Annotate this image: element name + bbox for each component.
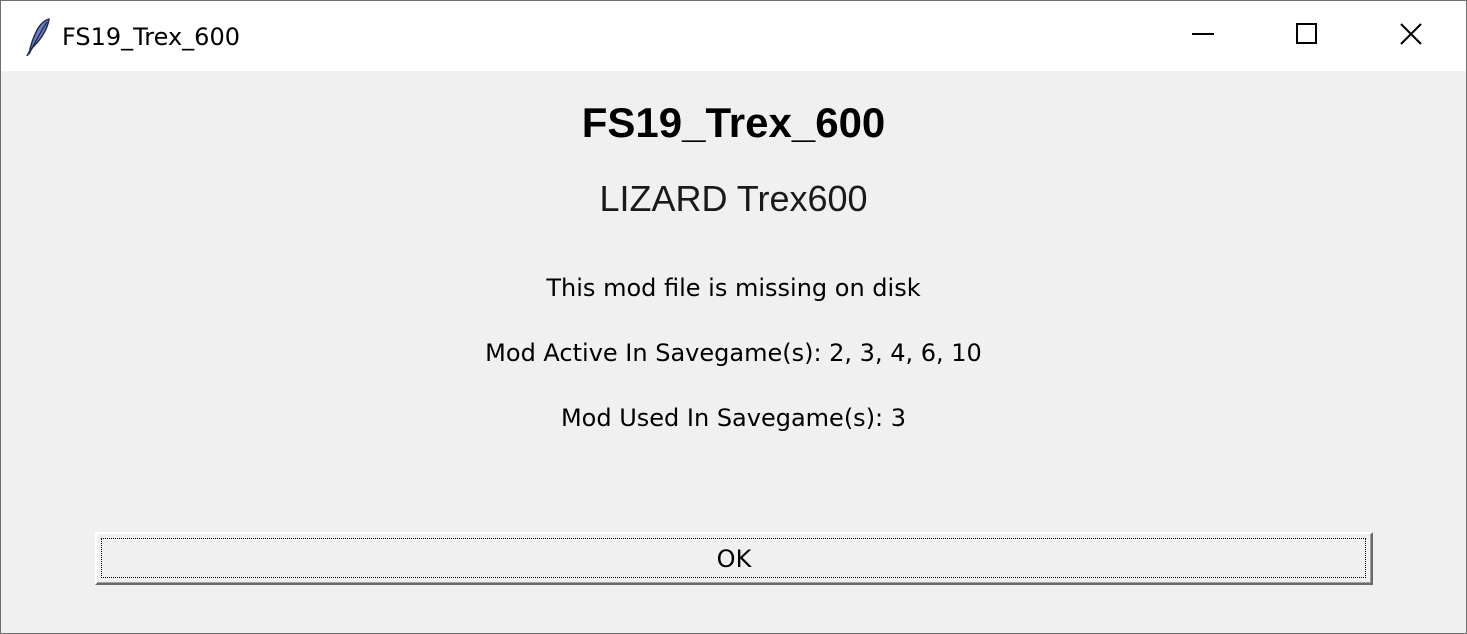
dialog-content: FS19_Trex_600 LIZARD Trex600 This mod fi… bbox=[1, 71, 1466, 633]
title-bar[interactable]: FS19_Trex_600 bbox=[1, 1, 1466, 71]
dialog-window: FS19_Trex_600 FS19_Trex_600 LIZARD Trex6… bbox=[0, 0, 1467, 634]
used-savegames-text: Mod Used In Savegame(s): 3 bbox=[560, 404, 907, 432]
mod-title: FS19_Trex_600 bbox=[581, 99, 886, 146]
ok-button[interactable]: OK bbox=[95, 532, 1373, 585]
maximize-icon bbox=[1296, 23, 1318, 49]
close-button[interactable] bbox=[1359, 1, 1463, 71]
minimize-button[interactable] bbox=[1151, 1, 1255, 71]
ok-button-label: OK bbox=[716, 544, 752, 573]
feather-icon bbox=[25, 18, 51, 57]
minimize-icon bbox=[1192, 23, 1214, 49]
active-savegames-text: Mod Active In Savegame(s): 2, 3, 4, 6, 1… bbox=[485, 339, 982, 367]
missing-file-message: This mod file is missing on disk bbox=[546, 274, 921, 302]
window-title: FS19_Trex_600 bbox=[62, 23, 240, 51]
close-icon bbox=[1400, 23, 1422, 49]
mod-name: LIZARD Trex600 bbox=[599, 178, 868, 219]
maximize-button[interactable] bbox=[1255, 1, 1359, 71]
